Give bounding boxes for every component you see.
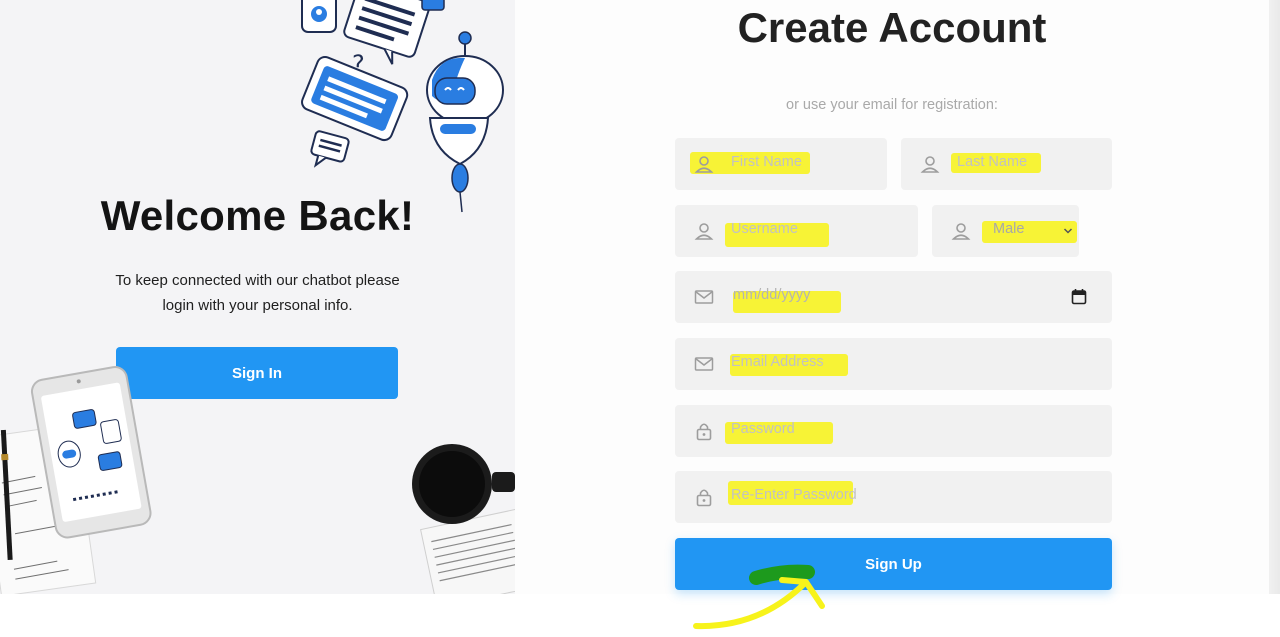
gender-value: Male	[993, 221, 1025, 237]
mail-icon	[694, 290, 714, 304]
email-placeholder: Email Address	[731, 354, 824, 370]
email-field[interactable]: Email Address	[675, 338, 1112, 390]
registration-note: or use your email for registration:	[786, 97, 998, 113]
user-icon	[694, 223, 714, 240]
last-name-field[interactable]: Last Name	[901, 138, 1112, 190]
lock-icon	[696, 423, 712, 441]
gender-select[interactable]: Male	[932, 205, 1079, 257]
user-icon	[951, 223, 971, 240]
calendar-icon[interactable]	[1071, 288, 1087, 305]
confirm-password-field[interactable]: Re-Enter Password	[675, 471, 1112, 523]
desk-phone-illustration	[0, 366, 152, 594]
user-icon	[694, 156, 714, 173]
mail-icon	[694, 357, 714, 371]
register-panel: Create Account or use your email for reg…	[515, 0, 1269, 594]
confirm-password-placeholder: Re-Enter Password	[731, 487, 857, 503]
password-placeholder: Password	[731, 421, 795, 437]
scrollbar-track[interactable]	[1269, 0, 1280, 594]
welcome-title: Welcome Back!	[100, 192, 415, 239]
user-icon	[920, 156, 940, 173]
last-name-placeholder: Last Name	[957, 154, 1028, 170]
birthdate-field[interactable]: mm/dd/yyyy	[675, 271, 1112, 323]
create-account-title: Create Account	[737, 4, 1047, 51]
birthdate-placeholder: mm/dd/yyyy	[733, 287, 811, 303]
welcome-text-line-2: login with your personal info.	[162, 297, 353, 314]
username-field[interactable]: Username	[675, 205, 918, 257]
chatbot-illustration: ?	[301, 0, 504, 213]
welcome-description: To keep connected with our chatbot pleas…	[0, 268, 515, 318]
first-name-placeholder: First Name	[731, 154, 802, 170]
welcome-panel: ? Welcome Back! To keep connected with o…	[0, 0, 515, 594]
sign-up-button[interactable]: Sign Up	[675, 538, 1112, 590]
first-name-field[interactable]: First Name	[675, 138, 887, 190]
coffee-mug-illustration	[412, 444, 515, 594]
password-field[interactable]: Password	[675, 405, 1112, 457]
welcome-text-line-1: To keep connected with our chatbot pleas…	[115, 272, 400, 289]
username-placeholder: Username	[731, 221, 798, 237]
lock-icon	[696, 489, 712, 507]
page: ? Welcome Back! To keep connected with o…	[0, 0, 1280, 637]
chevron-down-icon[interactable]	[1063, 226, 1073, 236]
